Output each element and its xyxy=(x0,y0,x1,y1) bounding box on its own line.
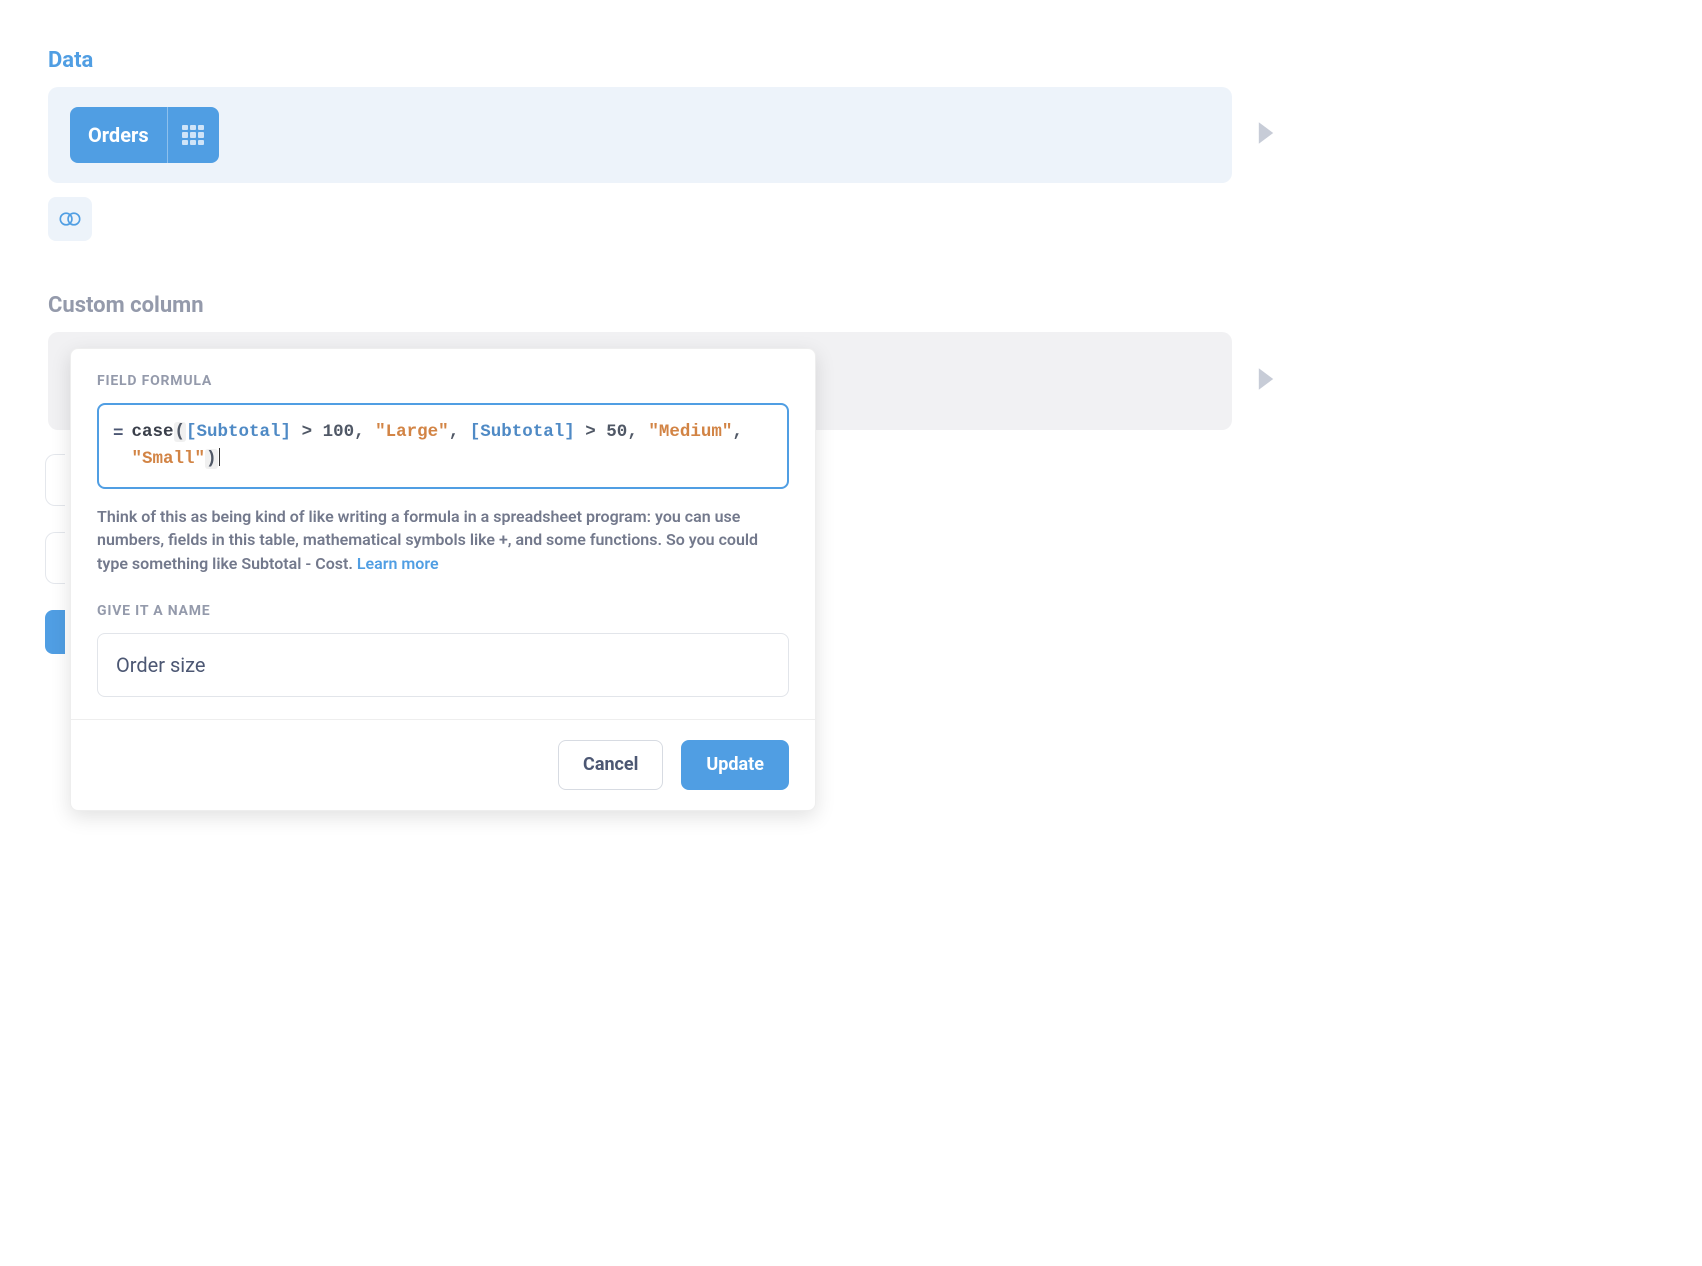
formula-help-text: Think of this as being kind of like writ… xyxy=(97,505,789,575)
equals-prefix: = xyxy=(113,419,124,448)
custom-column-editor-popover: FIELD FORMULA = case([Subtotal] > 100, "… xyxy=(70,348,816,811)
formula-code: case([Subtotal] > 100, "Large", [Subtota… xyxy=(132,419,773,473)
name-label: GIVE IT A NAME xyxy=(97,603,789,619)
run-arrow-icon[interactable] xyxy=(1256,367,1276,395)
data-section-label: Data xyxy=(48,48,1232,73)
join-icon xyxy=(59,211,81,227)
popover-footer: Cancel Update xyxy=(71,719,815,810)
formula-input[interactable]: = case([Subtotal] > 100, "Large", [Subto… xyxy=(97,403,789,489)
data-panel: Orders xyxy=(48,87,1232,183)
custom-column-section-label: Custom column xyxy=(48,293,1232,318)
data-source-name: Orders xyxy=(70,107,167,163)
cancel-button[interactable]: Cancel xyxy=(558,740,663,790)
text-cursor xyxy=(219,448,220,466)
data-source-pill[interactable]: Orders xyxy=(70,107,219,163)
update-button[interactable]: Update xyxy=(681,740,789,790)
join-button[interactable] xyxy=(48,197,92,241)
run-arrow-icon[interactable] xyxy=(1256,121,1276,149)
learn-more-link[interactable]: Learn more xyxy=(357,554,439,573)
table-grid-icon[interactable] xyxy=(167,107,219,163)
column-name-input[interactable] xyxy=(97,633,789,697)
field-formula-label: FIELD FORMULA xyxy=(97,373,789,389)
grid-icon xyxy=(182,125,204,145)
